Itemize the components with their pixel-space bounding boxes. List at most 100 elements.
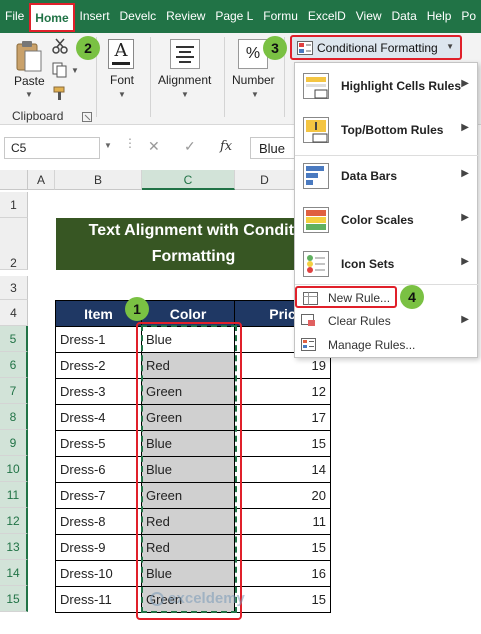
row-header-13[interactable]: 13: [0, 534, 28, 560]
conditional-formatting-label: Conditional Formatting: [317, 41, 438, 55]
row-header-3[interactable]: 3: [0, 276, 28, 300]
column-header-b[interactable]: B: [55, 170, 142, 190]
price-cell[interactable]: 12: [234, 378, 331, 405]
number-chevron-icon[interactable]: ▼: [251, 90, 259, 99]
data-bars-icon: [303, 163, 329, 189]
menu-item-clear-rules[interactable]: Clear Rules ▶: [295, 310, 479, 332]
row-header-14[interactable]: 14: [0, 560, 28, 586]
dialog-launcher-icon[interactable]: [82, 112, 92, 122]
row-header-7[interactable]: 7: [0, 378, 28, 404]
row-header-8[interactable]: 8: [0, 404, 28, 430]
price-cell[interactable]: 15: [234, 534, 331, 561]
select-all-corner[interactable]: [0, 170, 28, 190]
conditional-formatting-icon: [297, 41, 313, 55]
paste-label[interactable]: Paste: [14, 74, 45, 88]
copy-icon[interactable]: [52, 62, 68, 78]
number-label[interactable]: Number: [232, 73, 275, 87]
font-icon[interactable]: A: [108, 39, 134, 69]
item-cell[interactable]: Dress-5: [55, 430, 142, 457]
tab-help[interactable]: Help: [422, 0, 457, 33]
font-chevron-icon[interactable]: ▼: [118, 90, 126, 99]
price-cell[interactable]: 16: [234, 560, 331, 587]
price-cell[interactable]: 17: [234, 404, 331, 431]
menu-label: Highlight Cells Rules: [341, 79, 462, 93]
menu-item-new-rule[interactable]: New Rule...: [295, 286, 397, 308]
menu-item-icon-sets[interactable]: Icon Sets ▶: [295, 243, 479, 287]
item-cell[interactable]: Dress-3: [55, 378, 142, 405]
font-label[interactable]: Font: [110, 73, 134, 87]
row-header-6[interactable]: 6: [0, 352, 28, 378]
item-cell[interactable]: Dress-2: [55, 352, 142, 379]
item-cell[interactable]: Dress-10: [55, 560, 142, 587]
row-header-15[interactable]: 15: [0, 586, 28, 612]
title-line-1: Text Alignment with Conditi: [88, 222, 299, 239]
item-cell[interactable]: Dress-7: [55, 482, 142, 509]
title-line-2: Formatting: [151, 248, 236, 265]
tab-formulas[interactable]: Formu: [258, 0, 303, 33]
conditional-formatting-button[interactable]: Conditional Formatting ▼: [290, 35, 462, 60]
item-cell[interactable]: Dress-1: [55, 326, 142, 353]
tab-insert[interactable]: Insert: [75, 0, 115, 33]
cancel-icon[interactable]: ✕: [148, 138, 160, 155]
tab-developer[interactable]: Develc: [114, 0, 161, 33]
item-cell[interactable]: Dress-9: [55, 534, 142, 561]
paste-icon[interactable]: [14, 39, 44, 73]
copy-chevron-icon[interactable]: ▼: [71, 66, 79, 75]
chevron-right-icon: ▶: [461, 168, 469, 179]
row-header-5[interactable]: 5: [0, 326, 28, 352]
item-cell[interactable]: Dress-4: [55, 404, 142, 431]
tab-data[interactable]: Data: [386, 0, 421, 33]
tab-file[interactable]: File: [0, 0, 29, 33]
step-badge-1: 1: [125, 297, 149, 321]
cut-icon[interactable]: [52, 38, 68, 54]
name-box[interactable]: C5: [4, 137, 100, 159]
price-cell[interactable]: 15: [234, 586, 331, 613]
row-header-2[interactable]: 2: [0, 218, 28, 270]
tab-exceldemy[interactable]: ExcelD: [303, 0, 351, 33]
row-header-9[interactable]: 9: [0, 430, 28, 456]
row-header-11[interactable]: 11: [0, 482, 28, 508]
step-badge-3: 3: [263, 36, 287, 60]
paste-chevron-icon[interactable]: ▼: [25, 90, 33, 99]
alignment-chevron-icon[interactable]: ▼: [181, 90, 189, 99]
menu-item-highlight-cells-rules[interactable]: Highlight Cells Rules ▶: [295, 65, 479, 109]
price-cell[interactable]: 14: [234, 456, 331, 483]
title-cell[interactable]: Text Alignment with Conditi Formatting: [56, 218, 331, 270]
alignment-label[interactable]: Alignment: [158, 73, 211, 87]
menu-item-manage-rules[interactable]: Manage Rules...: [295, 334, 479, 356]
column-header-d[interactable]: D: [235, 170, 295, 190]
chevron-right-icon: ▶: [461, 78, 469, 89]
menu-label: Manage Rules...: [328, 338, 416, 352]
highlight-cells-icon: [303, 73, 329, 99]
column-header-a[interactable]: A: [28, 170, 55, 190]
conditional-formatting-menu: Highlight Cells Rules ▶ Top/Bottom Rules…: [294, 62, 479, 358]
tab-power[interactable]: Po: [456, 0, 481, 33]
menu-item-data-bars[interactable]: Data Bars ▶: [295, 155, 479, 199]
price-cell[interactable]: 15: [234, 430, 331, 457]
clipboard-group-label: Clipboard: [12, 109, 64, 123]
menu-item-top-bottom-rules[interactable]: Top/Bottom Rules ▶: [295, 109, 479, 153]
tab-home[interactable]: Home: [29, 3, 75, 32]
tab-page-layout[interactable]: Page L: [210, 0, 258, 33]
font-letter: A: [114, 40, 128, 61]
watermark-text: exceldemy: [168, 590, 245, 607]
manage-rules-icon: [301, 338, 316, 351]
row-header-12[interactable]: 12: [0, 508, 28, 534]
price-cell[interactable]: 20: [234, 482, 331, 509]
name-box-chevron-icon[interactable]: ▼: [104, 141, 112, 150]
insert-function-icon[interactable]: fx: [220, 139, 232, 154]
item-cell[interactable]: Dress-8: [55, 508, 142, 535]
enter-icon[interactable]: ✓: [184, 138, 196, 155]
alignment-icon[interactable]: [170, 39, 200, 69]
row-header-4[interactable]: 4: [0, 300, 28, 326]
row-header-1[interactable]: 1: [0, 192, 28, 218]
item-cell[interactable]: Dress-11: [55, 586, 142, 613]
price-cell[interactable]: 11: [234, 508, 331, 535]
menu-item-color-scales[interactable]: Color Scales ▶: [295, 199, 479, 243]
row-header-10[interactable]: 10: [0, 456, 28, 482]
tab-view[interactable]: View: [351, 0, 387, 33]
tab-review[interactable]: Review: [161, 0, 210, 33]
format-painter-icon[interactable]: [52, 85, 68, 101]
item-cell[interactable]: Dress-6: [55, 456, 142, 483]
column-header-c[interactable]: C: [142, 170, 235, 190]
